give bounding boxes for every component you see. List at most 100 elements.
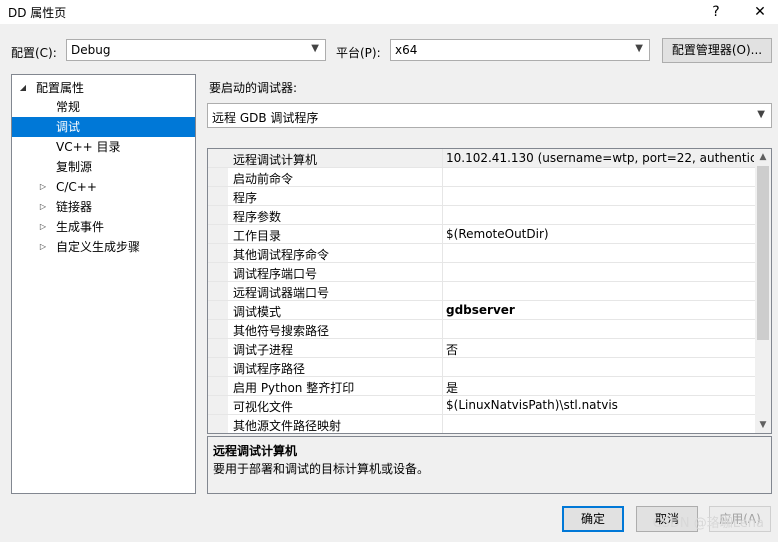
row-gutter <box>208 396 228 414</box>
property-name: 工作目录 <box>233 229 282 243</box>
row-gutter <box>208 339 228 357</box>
close-button[interactable]: ✕ <box>738 0 778 24</box>
tree-item-build-events[interactable]: ▷ 生成事件 <box>12 217 195 237</box>
property-value[interactable]: 是 <box>446 379 754 396</box>
row-gutter <box>208 377 228 395</box>
row-gutter <box>208 263 228 281</box>
tree-item-label: 常规 <box>56 100 81 114</box>
column-divider <box>442 168 443 186</box>
tree-item-config-properties[interactable]: ◢ 配置属性 <box>12 78 195 98</box>
debugger-value: 远程 GDB 调试程序 <box>212 111 319 125</box>
tree-item-linker[interactable]: ▷ 链接器 <box>12 197 195 217</box>
column-divider <box>442 263 443 281</box>
row-gutter <box>208 149 228 167</box>
property-row[interactable]: 程序参数 <box>208 206 756 225</box>
ok-button[interactable]: 确定 <box>562 506 624 532</box>
expand-icon[interactable]: ▷ <box>38 177 48 197</box>
tree-item-cpp[interactable]: ▷ C/C++ <box>12 177 195 197</box>
tree-item-vc-directories[interactable]: VC++ 目录 <box>12 137 195 157</box>
property-row[interactable]: 可视化文件 $(LinuxNatvisPath)\stl.natvis <box>208 396 756 415</box>
column-divider <box>442 282 443 300</box>
debugger-dropdown[interactable]: 远程 GDB 调试程序 ▼ <box>207 103 772 128</box>
row-gutter <box>208 320 228 338</box>
row-gutter <box>208 415 228 433</box>
property-value[interactable]: $(RemoteOutDir) <box>446 227 754 241</box>
property-row[interactable]: 启用 Python 整齐打印 是 <box>208 377 756 396</box>
property-name: 调试程序端口号 <box>233 267 318 281</box>
property-name: 调试模式 <box>233 305 282 319</box>
column-divider <box>442 320 443 338</box>
column-divider <box>442 377 443 395</box>
config-dropdown[interactable]: Debug ▼ <box>66 39 326 61</box>
tree-item-copy-sources[interactable]: 复制源 <box>12 157 195 177</box>
property-name: 其他符号搜索路径 <box>233 324 330 338</box>
row-gutter <box>208 244 228 262</box>
property-grid: 远程调试计算机 10.102.41.130 (username=wtp, port… <box>207 148 772 434</box>
collapse-icon[interactable]: ◢ <box>18 78 28 98</box>
row-gutter <box>208 168 228 186</box>
property-value[interactable]: 否 <box>446 341 754 358</box>
platform-label: 平台(P): <box>336 46 381 60</box>
property-row[interactable]: 程序 <box>208 187 756 206</box>
property-row[interactable]: 远程调试计算机 10.102.41.130 (username=wtp, port… <box>208 149 756 168</box>
description-text: 要用于部署和调试的目标计算机或设备。 <box>213 462 430 476</box>
debugger-label: 要启动的调试器: <box>209 81 298 95</box>
property-row[interactable]: 远程调试器端口号 <box>208 282 756 301</box>
tree-item-custom-build-step[interactable]: ▷ 自定义生成步骤 <box>12 237 195 257</box>
config-value: Debug <box>71 43 111 57</box>
property-row[interactable]: 其他符号搜索路径 <box>208 320 756 339</box>
scroll-down-icon[interactable]: ▼ <box>755 417 771 433</box>
platform-dropdown[interactable]: x64 ▼ <box>390 39 650 61</box>
property-name: 远程调试器端口号 <box>233 286 330 300</box>
help-button[interactable]: ? <box>694 0 738 24</box>
property-row[interactable]: 工作目录 $(RemoteOutDir) <box>208 225 756 244</box>
title-bar: DD 属性页 ? ✕ <box>0 0 778 24</box>
column-divider <box>442 244 443 262</box>
tree-item-general[interactable]: 常规 <box>12 97 195 117</box>
property-value[interactable]: $(LinuxNatvisPath)\stl.natvis <box>446 398 754 412</box>
column-divider <box>442 187 443 205</box>
column-divider <box>442 339 443 357</box>
config-manager-button[interactable]: 配置管理器(O)... <box>662 38 772 63</box>
property-row[interactable]: 启动前命令 <box>208 168 756 187</box>
tree-item-label: C/C++ <box>56 180 97 194</box>
chevron-down-icon: ▼ <box>635 43 643 54</box>
property-name: 其他调试程序命令 <box>233 248 330 262</box>
property-name: 可视化文件 <box>233 400 294 414</box>
property-name: 调试子进程 <box>233 343 294 357</box>
vertical-scrollbar[interactable]: ▲ ▼ <box>755 149 771 433</box>
property-name: 程序 <box>233 191 258 205</box>
scrollbar-thumb[interactable] <box>757 166 769 340</box>
column-divider <box>442 396 443 414</box>
row-gutter <box>208 225 228 243</box>
column-divider <box>442 225 443 243</box>
property-row[interactable]: 调试子进程 否 <box>208 339 756 358</box>
platform-value: x64 <box>395 43 418 57</box>
property-name: 启用 Python 整齐打印 <box>233 381 355 395</box>
property-row[interactable]: 其他调试程序命令 <box>208 244 756 263</box>
description-panel: 远程调试计算机 要用于部署和调试的目标计算机或设备。 <box>207 436 772 494</box>
description-title: 远程调试计算机 <box>213 444 298 458</box>
property-value[interactable]: 10.102.41.130 (username=wtp, port=22, au… <box>446 151 754 165</box>
tree-item-label: 生成事件 <box>56 220 105 234</box>
row-gutter <box>208 301 228 319</box>
expand-icon[interactable]: ▷ <box>38 197 48 217</box>
tree-item-label: 自定义生成步骤 <box>56 240 141 254</box>
property-row[interactable]: 调试程序端口号 <box>208 263 756 282</box>
window-title: DD 属性页 <box>8 6 67 20</box>
tree-item-label: 配置属性 <box>36 81 85 95</box>
column-divider <box>442 415 443 433</box>
property-name: 调试程序路径 <box>233 362 306 376</box>
property-row[interactable]: 调试模式 gdbserver <box>208 301 756 320</box>
row-gutter <box>208 358 228 376</box>
property-value[interactable]: gdbserver <box>446 303 754 317</box>
tree-item-debugging[interactable]: 调试 <box>12 117 195 137</box>
expand-icon[interactable]: ▷ <box>38 217 48 237</box>
tree-item-label: 复制源 <box>56 160 93 174</box>
property-tree: ◢ 配置属性 常规 调试 VC++ 目录 复制源 ▷ C/C++ ▷ 链接器 ▷… <box>11 74 196 494</box>
property-row[interactable]: 调试程序路径 <box>208 358 756 377</box>
property-row[interactable]: 其他源文件路径映射 <box>208 415 756 433</box>
config-label: 配置(C): <box>11 46 57 60</box>
expand-icon[interactable]: ▷ <box>38 237 48 257</box>
scroll-up-icon[interactable]: ▲ <box>755 149 771 165</box>
